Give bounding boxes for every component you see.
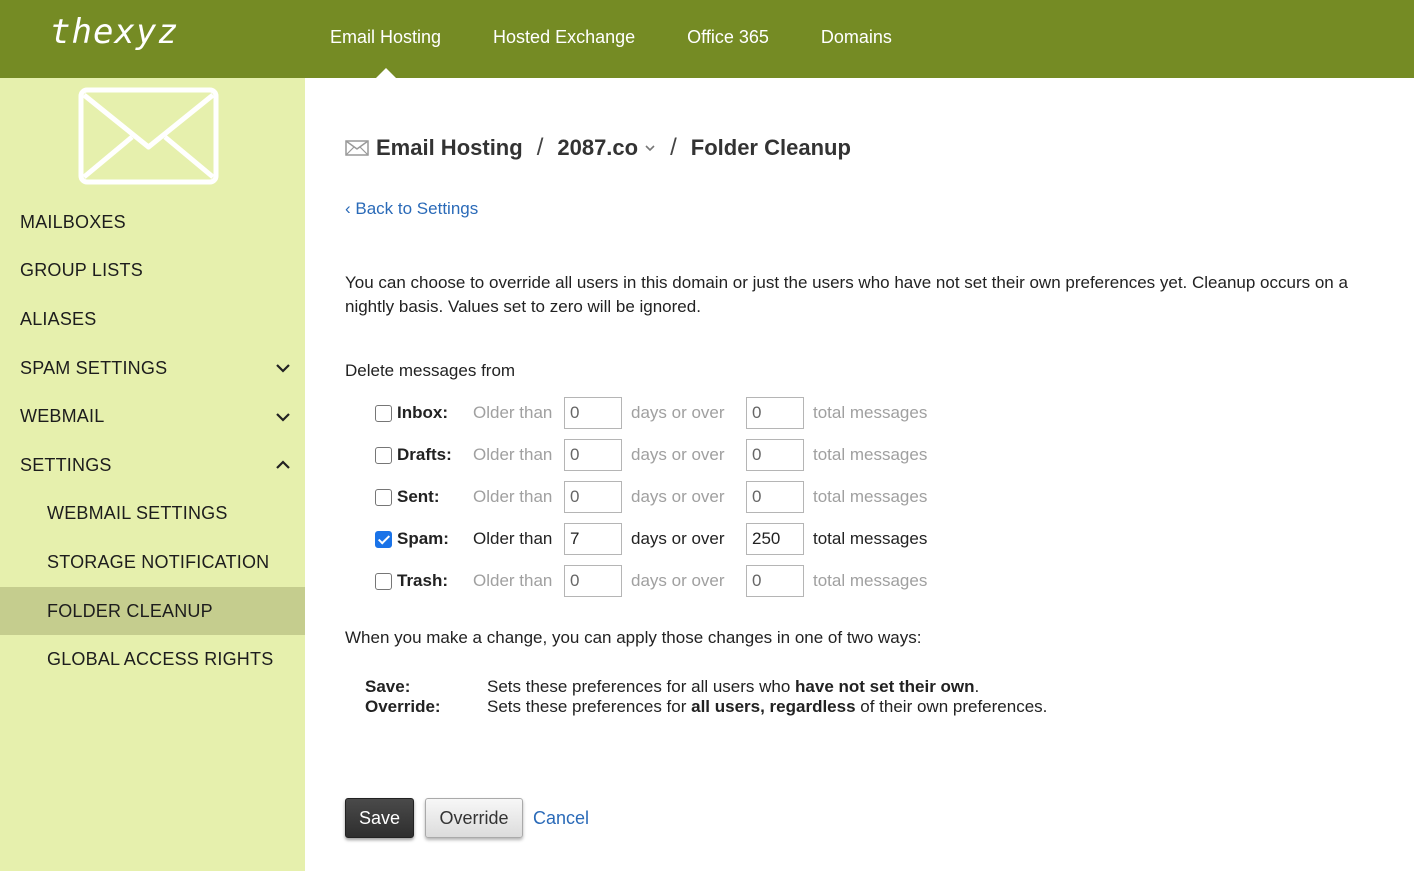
main-nav: Email Hosting Hosted Exchange Office 365… [330, 0, 944, 78]
older-than-label: Older than [473, 571, 553, 590]
cancel-link[interactable]: Cancel [533, 808, 589, 829]
older-than-label: Older than [473, 403, 553, 422]
trash-total-input[interactable]: 0 [746, 565, 804, 597]
folder-name: Sent: [397, 487, 440, 506]
drafts-total-input[interactable]: 0 [746, 439, 804, 471]
legend-save-row: Save: Sets these preferences for all use… [365, 677, 1047, 697]
sidebar-item-label: SPAM SETTINGS [20, 357, 168, 378]
sidebar-item-label: GLOBAL ACCESS RIGHTS [47, 649, 274, 670]
nav-hosted-exchange[interactable]: Hosted Exchange [493, 0, 635, 78]
breadcrumb-separator: / [670, 134, 677, 161]
sidebar-item-mailboxes[interactable]: MAILBOXES [0, 198, 305, 247]
sidebar-item-global-access-rights[interactable]: GLOBAL ACCESS RIGHTS [0, 635, 305, 684]
envelope-icon [78, 87, 219, 185]
sidebar-item-label: FOLDER CLEANUP [47, 600, 213, 621]
folder-name: Trash: [397, 571, 449, 590]
total-messages-label: total messages [813, 571, 928, 590]
folder-row-drafts: Drafts: Older than 0 days or over 0 tota… [375, 434, 927, 476]
delete-messages-label: Delete messages from [345, 361, 516, 380]
legend-override-key: Override: [365, 697, 441, 716]
spam-checkbox[interactable] [375, 530, 392, 548]
nav-email-hosting[interactable]: Email Hosting [330, 0, 441, 78]
apply-changes-description: When you make a change, you can apply th… [345, 628, 922, 647]
breadcrumb-separator: / [536, 134, 544, 161]
sidebar-item-label: MAILBOXES [20, 211, 126, 232]
total-messages-label: total messages [813, 445, 928, 464]
folder-row-trash: Trash: Older than 0 days or over 0 total… [375, 560, 927, 602]
folder-name: Drafts: [397, 445, 452, 464]
sidebar-item-group-lists[interactable]: GROUP LISTS [0, 247, 305, 296]
older-than-label: Older than [473, 529, 553, 548]
breadcrumb-section[interactable]: Email Hosting [376, 135, 523, 161]
sidebar-item-settings[interactable]: SETTINGS [0, 441, 305, 490]
breadcrumb-domain[interactable]: 2087.co [557, 135, 638, 161]
older-than-label: Older than [473, 487, 553, 506]
days-or-over-label: days or over [631, 403, 725, 422]
sent-days-input[interactable]: 0 [564, 481, 622, 513]
chevron-down-icon [276, 364, 290, 373]
sidebar-item-label: WEBMAIL [20, 406, 105, 427]
folder-name: Inbox: [397, 403, 448, 422]
sidebar-item-label: WEBMAIL SETTINGS [47, 503, 228, 524]
sidebar-item-label: SETTINGS [20, 454, 112, 475]
trash-days-input[interactable]: 0 [564, 565, 622, 597]
breadcrumb: Email Hosting / 2087.co / Folder Cleanup [345, 134, 851, 162]
apply-options-legend: Save: Sets these preferences for all use… [365, 677, 1047, 717]
trash-checkbox[interactable] [375, 572, 392, 590]
sidebar-item-aliases[interactable]: ALIASES [0, 295, 305, 344]
nav-domains[interactable]: Domains [821, 0, 892, 78]
sidebar-item-label: ALIASES [20, 308, 97, 329]
top-navigation-bar: thexyz Email Hosting Hosted Exchange Off… [0, 0, 1414, 78]
days-or-over-label: days or over [631, 445, 725, 464]
inbox-total-input[interactable]: 0 [746, 397, 804, 429]
sidebar-item-spam-settings[interactable]: SPAM SETTINGS [0, 344, 305, 393]
folder-cleanup-rows: Inbox: Older than 0 days or over 0 total… [375, 392, 927, 602]
days-or-over-label: days or over [631, 487, 725, 506]
days-or-over-label: days or over [631, 529, 725, 548]
drafts-checkbox[interactable] [375, 446, 392, 464]
legend-save-key: Save: [365, 677, 411, 696]
save-button[interactable]: Save [345, 798, 414, 838]
sidebar-item-label: GROUP LISTS [20, 260, 143, 281]
action-buttons: Save Override Cancel [345, 798, 589, 838]
older-than-label: Older than [473, 445, 553, 464]
total-messages-label: total messages [813, 529, 928, 548]
folder-row-spam: Spam: Older than 7 days or over 250 tota… [375, 518, 927, 560]
sent-checkbox[interactable] [375, 488, 392, 506]
sidebar-item-label: STORAGE NOTIFICATION [47, 551, 270, 572]
folder-row-sent: Sent: Older than 0 days or over 0 total … [375, 476, 927, 518]
spam-days-input[interactable]: 7 [564, 523, 622, 555]
override-button[interactable]: Override [425, 798, 523, 838]
sidebar-item-webmail-settings[interactable]: WEBMAIL SETTINGS [0, 490, 305, 539]
sidebar: MAILBOXES GROUP LISTS ALIASES SPAM SETTI… [0, 78, 305, 871]
chevron-down-icon [276, 412, 290, 422]
sidebar-item-storage-notification[interactable]: STORAGE NOTIFICATION [0, 538, 305, 587]
drafts-days-input[interactable]: 0 [564, 439, 622, 471]
chevron-up-icon [276, 460, 290, 470]
envelope-icon [345, 140, 369, 156]
intro-description: You can choose to override all users in … [345, 273, 1348, 316]
chevron-down-icon[interactable] [644, 142, 656, 154]
total-messages-label: total messages [813, 487, 928, 506]
total-messages-label: total messages [813, 403, 928, 422]
folder-name: Spam: [397, 529, 449, 548]
sent-total-input[interactable]: 0 [746, 481, 804, 513]
folder-row-inbox: Inbox: Older than 0 days or over 0 total… [375, 392, 927, 434]
sidebar-menu: MAILBOXES GROUP LISTS ALIASES SPAM SETTI… [0, 198, 305, 684]
legend-save-description: Sets these preferences for all users who… [487, 677, 980, 696]
sidebar-item-webmail[interactable]: WEBMAIL [0, 392, 305, 441]
days-or-over-label: days or over [631, 571, 725, 590]
sidebar-item-folder-cleanup[interactable]: FOLDER CLEANUP [0, 586, 305, 636]
legend-override-description: Sets these preferences for all users, re… [487, 697, 1048, 716]
inbox-days-input[interactable]: 0 [564, 397, 622, 429]
brand-logo[interactable]: thexyz [50, 12, 179, 52]
legend-override-row: Override: Sets these preferences for all… [365, 697, 1047, 717]
back-to-settings-link[interactable]: ‹ Back to Settings [345, 199, 478, 219]
breadcrumb-current-page: Folder Cleanup [690, 135, 851, 160]
inbox-checkbox[interactable] [375, 404, 392, 422]
nav-office-365[interactable]: Office 365 [687, 0, 769, 78]
spam-total-input[interactable]: 250 [746, 523, 804, 555]
